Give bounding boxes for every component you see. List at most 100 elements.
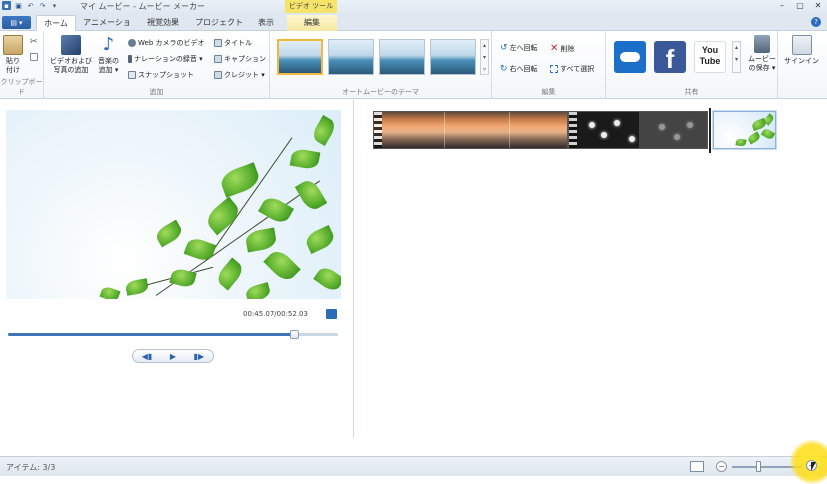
leaf-shape (183, 235, 217, 264)
preview-pane: 00:45.07/00:52.03 ◀▮ ▶ ▮▶ (0, 100, 354, 438)
group-editing: ↺ 左へ回転 ↻ 右へ回転 ✕ 削除 すべて選択 編集 (492, 31, 606, 99)
remove-label: 削除 (560, 44, 575, 53)
undo-icon[interactable]: ↶ (26, 1, 35, 10)
film-strip-edge (374, 112, 382, 148)
playhead[interactable] (709, 108, 711, 153)
caption-label: キャプション (224, 55, 266, 63)
ribbon-tabs: ▤ ▾ ホーム アニメーション 視覚効果 プロジェクト 表示 編集 ? (0, 14, 827, 42)
thumbnail-size-icon[interactable] (690, 461, 704, 472)
title-icon (214, 39, 222, 47)
paste-button[interactable]: 貼り 付け (3, 35, 23, 75)
facebook-icon[interactable]: f (654, 41, 686, 74)
ribbon: 貼り 付け ✂ クリップボード ビデオおよび 写真の追加 ♪ 音楽の 追加 ▾ … (0, 31, 827, 99)
next-frame-icon[interactable]: ▮▶ (194, 352, 205, 361)
leaf-shape (313, 264, 341, 294)
clip-thumbnail-leaves[interactable] (713, 111, 776, 149)
zoom-out-button[interactable]: − (716, 461, 727, 472)
add-video-photo-button[interactable]: ビデオおよび 写真の追加 (50, 35, 92, 75)
group-label-add: 追加 (149, 88, 164, 96)
caption-button[interactable]: キャプション (214, 54, 266, 64)
leaf-shape (746, 131, 762, 145)
onedrive-icon[interactable] (614, 41, 646, 73)
remove-button[interactable]: ✕ 削除 (550, 43, 574, 54)
paste-icon (3, 35, 23, 55)
select-all-label: すべて選択 (560, 65, 595, 73)
seek-bar[interactable] (8, 330, 338, 339)
video-preview[interactable] (6, 110, 341, 299)
film-photo-icon (61, 35, 81, 55)
caption-icon (214, 55, 222, 63)
frame-divider (444, 112, 445, 148)
quick-access-toolbar: ▪ ▣ ↶ ↷ ▾ (2, 1, 59, 10)
rotate-right-button[interactable]: ↻ 右へ回転 (500, 64, 538, 74)
add-music-button[interactable]: ♪ 音楽の 追加 ▾ (98, 35, 119, 75)
add-video-photo-label: ビデオおよび 写真の追加 (50, 57, 92, 74)
file-menu-button[interactable]: ▤ ▾ (2, 16, 31, 29)
fullscreen-icon[interactable] (326, 309, 337, 319)
copy-button[interactable] (30, 53, 38, 61)
tab-view[interactable]: 表示 (250, 15, 282, 31)
help-icon[interactable]: ? (811, 17, 821, 27)
save-icon[interactable]: ▣ (14, 1, 23, 10)
share-gallery-scroll[interactable]: ▴ ▾ (732, 41, 741, 73)
sign-in-button[interactable]: サインイン (784, 35, 819, 66)
chevron-down-icon: ▾ (19, 18, 23, 27)
status-bar: アイテム: 3/3 − (0, 456, 827, 476)
group-clipboard: 貼り 付け ✂ クリップボード (0, 31, 44, 99)
theme-gallery-scroll[interactable]: ▴ ▾ ▿ (480, 39, 489, 75)
redo-icon[interactable]: ↷ (38, 1, 47, 10)
leaf-shape (303, 224, 337, 255)
flower-shape (614, 120, 620, 126)
credits-button[interactable]: クレジット ▾ (214, 70, 265, 80)
clip-thumbnail-flowers[interactable] (568, 111, 708, 149)
leaf-shape (289, 147, 321, 171)
rotate-right-icon: ↻ (500, 64, 508, 74)
save-movie-button[interactable]: ムービー の保存 ▾ (748, 35, 776, 73)
window-controls: – ▢ ✕ (777, 1, 823, 10)
zoom-slider-thumb[interactable] (756, 461, 761, 472)
leaf-shape (310, 114, 338, 147)
tab-project[interactable]: プロジェクト (194, 15, 244, 31)
timecode-display: 00:45.07/00:52.03 (243, 310, 308, 318)
leaf-shape (218, 162, 262, 198)
scissors-icon: ✂ (30, 37, 38, 47)
playback-controls: ◀▮ ▶ ▮▶ (132, 349, 214, 363)
select-all-icon (550, 65, 558, 73)
tab-animations[interactable]: アニメーション (80, 15, 134, 42)
credits-label: クレジット ▾ (224, 71, 265, 79)
theme-thumbnail-1[interactable] (277, 39, 323, 75)
group-label-clipboard: クリップボード (0, 78, 43, 96)
record-narration-button[interactable]: ナレーションの録音 ▾ (128, 54, 203, 64)
play-icon[interactable]: ▶ (170, 352, 176, 361)
clip-thumbnail-sunset[interactable] (373, 111, 568, 149)
snapshot-label: スナップショット (138, 71, 194, 79)
music-note-icon: ♪ (102, 34, 115, 55)
minimize-icon[interactable]: – (777, 1, 787, 10)
webcam-label: Web カメラのビデオ (138, 39, 205, 47)
maximize-icon[interactable]: ▢ (795, 1, 805, 10)
film-strip-edge (569, 112, 577, 148)
theme-thumbnail-2[interactable] (328, 39, 374, 75)
select-all-button[interactable]: すべて選択 (550, 64, 594, 74)
dropdown-icon[interactable]: ▾ (50, 1, 59, 10)
tab-home[interactable]: ホーム (36, 15, 76, 31)
snapshot-icon (128, 71, 136, 79)
seek-bar-thumb[interactable] (289, 330, 299, 339)
app-icon[interactable]: ▪ (2, 1, 11, 10)
tab-visual-effects[interactable]: 視覚効果 (140, 15, 186, 31)
snapshot-button[interactable]: スナップショット (128, 70, 194, 80)
theme-thumbnail-4[interactable] (430, 39, 476, 75)
cut-button[interactable]: ✂ (30, 37, 38, 47)
title-button[interactable]: タイトル (214, 38, 252, 48)
leaf-shape (244, 282, 272, 299)
close-icon[interactable]: ✕ (813, 1, 823, 10)
leaf-shape (214, 257, 246, 291)
tab-edit[interactable]: 編集 (287, 15, 337, 31)
rotate-left-button[interactable]: ↺ 左へ回転 (500, 43, 538, 53)
youtube-icon[interactable]: You Tube (694, 41, 726, 73)
group-label-share: 共有 (684, 88, 699, 96)
theme-thumbnail-3[interactable] (379, 39, 425, 75)
webcam-video-button[interactable]: Web カメラのビデオ (128, 38, 205, 48)
previous-frame-icon[interactable]: ◀▮ (142, 352, 153, 361)
credits-icon (214, 71, 222, 79)
